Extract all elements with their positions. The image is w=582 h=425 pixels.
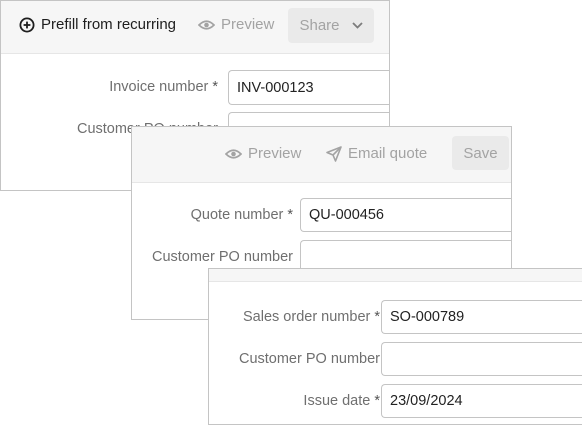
invoice-number-input[interactable]: INV-000123 [228, 70, 389, 105]
issue-date-input[interactable]: 23/09/2024 [381, 384, 582, 418]
sales-order-toolbar [209, 269, 582, 282]
email-quote-label: Email quote [348, 145, 428, 162]
quote-customer-po-label: Customer PO number [151, 249, 293, 265]
eye-icon [225, 148, 242, 160]
sales-order-number-input[interactable]: SO-000789 [381, 300, 582, 334]
email-quote-button[interactable]: Email quote [326, 145, 427, 162]
prefill-from-recurring-button[interactable]: Prefill from recurring [19, 16, 176, 33]
eye-icon [198, 19, 215, 31]
invoice-number-label: Invoice number * [109, 79, 218, 95]
sales-order-customer-po-input[interactable] [381, 342, 582, 376]
invoice-preview-button[interactable]: Preview [198, 16, 274, 33]
invoice-toolbar: Prefill from recurring Preview Share [1, 1, 389, 54]
share-label: Share [299, 17, 340, 34]
plus-circle-icon [19, 17, 35, 33]
sales-order-window: Sales order number * SO-000789 Customer P… [208, 268, 582, 425]
preview-label: Preview [221, 16, 275, 33]
send-icon [326, 145, 342, 162]
sales-order-customer-po-label: Customer PO number [238, 351, 380, 367]
prefill-label: Prefill from recurring [41, 16, 177, 33]
quote-toolbar: Preview Email quote Save [132, 127, 511, 183]
sales-order-number-label: Sales order number * [243, 309, 380, 325]
save-button[interactable]: Save [452, 136, 509, 170]
chevron-down-icon [351, 22, 363, 29]
quote-number-label: Quote number * [190, 207, 293, 223]
share-button[interactable]: Share [288, 8, 374, 43]
save-label: Save [463, 144, 498, 162]
issue-date-label: Issue date * [303, 393, 380, 409]
quote-number-input[interactable]: QU-000456 [300, 198, 511, 232]
preview-label: Preview [248, 145, 302, 162]
quote-preview-button[interactable]: Preview [225, 145, 301, 162]
